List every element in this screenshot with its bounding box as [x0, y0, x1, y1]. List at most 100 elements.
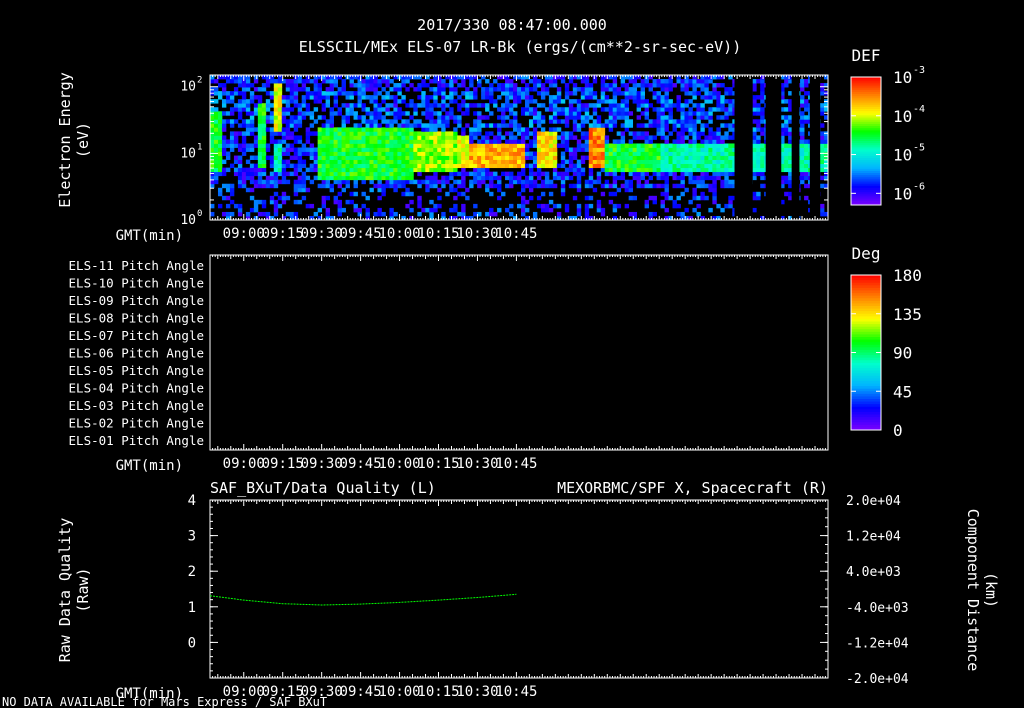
spectrogram-cell: [457, 211, 462, 217]
spectrogram-cell: [636, 115, 642, 120]
spectrogram-cell: [528, 95, 534, 100]
spectrogram-cell: [473, 143, 478, 148]
spectrogram-cell: [616, 187, 622, 193]
spectrogram-cell: [353, 91, 358, 96]
spectrogram-cell: [301, 143, 307, 148]
spectrogram-cell: [548, 179, 554, 185]
spectrogram-cell: [261, 83, 267, 88]
quality-right-label-line2: (km): [982, 572, 1000, 608]
spectrogram-cell: [361, 91, 366, 96]
spectrogram-cell: [461, 99, 466, 104]
spectrogram-cell: [564, 107, 570, 112]
spectrogram-cell: [676, 123, 681, 128]
spectrogram-cell: [333, 83, 338, 88]
spectrogram-cell: [405, 127, 410, 132]
spectrogram-cell: [517, 127, 522, 132]
spectrogram-cell: [784, 147, 789, 152]
spectrogram-cell: [409, 147, 414, 152]
spectrogram-cell: [469, 163, 474, 169]
spectrogram-cell: [600, 127, 606, 132]
spectrogram-cell: [305, 135, 311, 140]
spectrogram-cell: [668, 147, 673, 152]
spectrogram-cell: [273, 143, 279, 148]
spectrogram-cell: [221, 111, 227, 116]
spectrogram-cell: [624, 179, 630, 185]
spectrogram-cell: [365, 87, 370, 92]
spectrogram-cell: [377, 127, 382, 132]
spectrogram-cell: [572, 135, 578, 140]
spectrogram-cell: [241, 167, 247, 173]
spectrogram-cell: [437, 203, 442, 209]
spectrogram-cell: [552, 115, 558, 120]
quality-right-tick-label: 1.2e+04: [846, 530, 901, 545]
spectrogram-cell: [433, 143, 438, 148]
spectrogram-cell: [289, 147, 295, 152]
spectrogram-cell: [624, 123, 630, 128]
spectrogram-cell: [389, 111, 394, 116]
spectrogram-cell: [509, 91, 514, 96]
colorbar-deg-title: Deg: [852, 244, 881, 263]
spectrogram-cell: [445, 159, 450, 165]
spectrogram-cell: [596, 127, 602, 132]
spectrogram-cell: [269, 95, 275, 100]
spectrogram-cell: [409, 127, 414, 132]
spectrogram-cell: [664, 171, 669, 177]
spectrogram-cell: [217, 119, 223, 124]
spectrogram-cell: [724, 179, 729, 185]
spectrogram-cell: [381, 211, 386, 217]
spectrogram-cell: [229, 107, 235, 112]
spectrogram-cell: [293, 123, 299, 128]
spectrogram-cell: [249, 127, 255, 132]
spectrogram-cell: [489, 175, 494, 181]
spectrogram-cell: [357, 135, 362, 140]
spectrogram-cell: [556, 95, 562, 100]
spectrogram-cell: [600, 183, 606, 189]
spectrogram-cell: [760, 115, 765, 120]
spectrogram-cell: [405, 131, 410, 136]
spectrogram-cell: [672, 199, 677, 205]
spectrogram-cell: [580, 167, 586, 173]
spectrogram-cell: [576, 171, 582, 177]
spectrogram-cell: [784, 143, 789, 148]
spectrogram-cell: [357, 91, 362, 96]
spectrogram-cell: [532, 83, 538, 88]
spectrogram-cell: [217, 115, 223, 120]
spectrogram-cell: [664, 135, 669, 140]
spectrogram-cell: [385, 159, 390, 165]
spectrogram-cell: [473, 135, 478, 140]
spectrogram-cell: [353, 103, 358, 108]
spectrogram-cell: [517, 87, 522, 92]
spectrogram-cell: [357, 139, 362, 144]
spectrogram-cell: [664, 107, 669, 112]
spectrogram-cell: [461, 171, 466, 177]
spectrogram-cell: [237, 123, 243, 128]
spectrogram-cell: [389, 143, 394, 148]
spectrogram-cell: [249, 175, 255, 181]
spectrogram-cell: [309, 167, 315, 173]
spectrogram-cell: [604, 107, 610, 112]
spectrogram-cell: [724, 99, 729, 104]
spectrogram-cell: [664, 95, 669, 100]
spectrogram-cell: [441, 91, 446, 96]
spectrogram-cell: [477, 115, 482, 120]
spectrogram-cell: [668, 99, 673, 104]
spectrogram-cell: [528, 171, 534, 177]
spectrogram-cell: [684, 159, 689, 165]
spectrogram-cell: [517, 171, 522, 177]
spectrogram-cell: [329, 111, 334, 116]
spectrogram-cell: [313, 99, 319, 104]
spectrogram-cell: [485, 115, 490, 120]
spectrogram-cell: [289, 119, 295, 124]
spectrogram-cell: [552, 171, 558, 177]
spectrogram-cell: [329, 107, 334, 112]
spectrogram-cell: [628, 143, 634, 148]
spectrogram-cell: [532, 79, 538, 84]
spectrogram-cell: [612, 79, 618, 84]
spectrogram-cell: [676, 167, 681, 173]
spectrogram-cell: [600, 139, 606, 144]
spectrogram-cell: [409, 155, 414, 160]
spectrogram-cell: [381, 115, 386, 120]
spectrogram-cell: [377, 111, 382, 116]
spectrogram-cell: [210, 147, 215, 152]
spectrogram-cell: [612, 183, 618, 189]
